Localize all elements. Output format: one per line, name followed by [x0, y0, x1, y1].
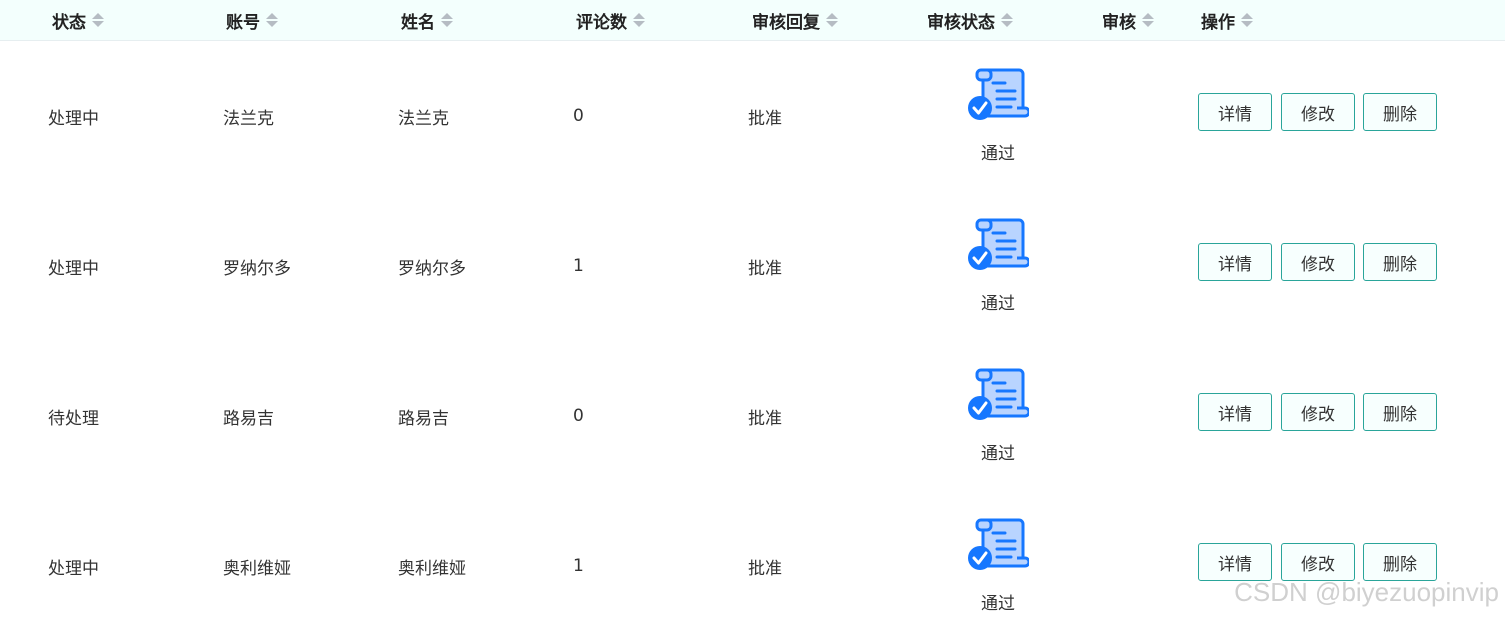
audit-status-cell: 通过 [958, 341, 1038, 491]
column-header-label: 审核 [1102, 12, 1136, 33]
delete-button[interactable]: 删除 [1363, 393, 1437, 431]
edit-button[interactable]: 修改 [1281, 543, 1355, 581]
document-approved-icon [968, 218, 1029, 270]
sort-icon[interactable] [633, 12, 645, 28]
audit-reply-cell: 批准 [748, 258, 782, 279]
audit-status-cell: 通过 [958, 491, 1038, 618]
column-header-label: 评论数 [576, 12, 627, 33]
account-cell: 路易吉 [223, 408, 274, 429]
account-cell: 法兰克 [223, 108, 274, 129]
table-row: 处理中 法兰克 法兰克 0 批准 通过 详情 修改 删除 [0, 41, 1505, 192]
account-cell: 罗纳尔多 [223, 258, 291, 279]
audit-status-cell: 通过 [958, 191, 1038, 341]
audit-status-label: 通过 [981, 594, 1015, 614]
comments-cell: 0 [573, 106, 584, 126]
audit-status-label: 通过 [981, 294, 1015, 314]
sort-icon[interactable] [92, 12, 104, 28]
edit-button[interactable]: 修改 [1281, 393, 1355, 431]
sort-icon[interactable] [826, 12, 838, 28]
sort-icon[interactable] [441, 12, 453, 28]
table-row: 处理中 奥利维娅 奥利维娅 1 批准 通过 详情 修改 删除 [0, 491, 1505, 618]
table-row: 处理中 罗纳尔多 罗纳尔多 1 批准 通过 详情 修改 删除 [0, 191, 1505, 342]
comments-cell: 1 [573, 256, 584, 276]
column-header-audit[interactable]: 审核 [1102, 0, 1154, 40]
delete-button[interactable]: 删除 [1363, 243, 1437, 281]
audit-status-cell: 通过 [958, 41, 1038, 191]
column-header-label: 审核回复 [752, 12, 820, 33]
column-header-label: 审核状态 [927, 12, 995, 33]
details-button[interactable]: 详情 [1198, 93, 1272, 131]
document-approved-icon [968, 518, 1029, 570]
name-cell: 奥利维娅 [398, 558, 466, 579]
details-button[interactable]: 详情 [1198, 243, 1272, 281]
name-cell: 路易吉 [398, 408, 449, 429]
edit-button[interactable]: 修改 [1281, 93, 1355, 131]
column-header-name[interactable]: 姓名 [401, 0, 453, 40]
column-header-label: 账号 [226, 12, 260, 33]
review-table: 状态 账号 姓名 评论数 审核回复 审核状态 审核 操作 处理中 法兰克 法兰克… [0, 0, 1505, 618]
status-cell: 处理中 [48, 558, 99, 579]
sort-icon[interactable] [266, 12, 278, 28]
column-header-audit-reply[interactable]: 审核回复 [752, 0, 838, 40]
details-button[interactable]: 详情 [1198, 393, 1272, 431]
column-header-label: 操作 [1201, 12, 1235, 33]
delete-button[interactable]: 删除 [1363, 543, 1437, 581]
table-header: 状态 账号 姓名 评论数 审核回复 审核状态 审核 操作 [0, 0, 1505, 41]
edit-button[interactable]: 修改 [1281, 243, 1355, 281]
audit-reply-cell: 批准 [748, 558, 782, 579]
column-header-comments[interactable]: 评论数 [576, 0, 645, 40]
status-cell: 处理中 [48, 258, 99, 279]
comments-cell: 1 [573, 556, 584, 576]
status-cell: 待处理 [48, 408, 99, 429]
audit-reply-cell: 批准 [748, 408, 782, 429]
sort-icon[interactable] [1241, 12, 1253, 28]
audit-status-label: 通过 [981, 444, 1015, 464]
document-approved-icon [968, 68, 1029, 120]
column-header-audit-status[interactable]: 审核状态 [927, 0, 1013, 40]
document-approved-icon [968, 368, 1029, 420]
audit-reply-cell: 批准 [748, 108, 782, 129]
column-header-actions[interactable]: 操作 [1201, 0, 1253, 40]
account-cell: 奥利维娅 [223, 558, 291, 579]
comments-cell: 0 [573, 406, 584, 426]
details-button[interactable]: 详情 [1198, 543, 1272, 581]
table-row: 待处理 路易吉 路易吉 0 批准 通过 详情 修改 删除 [0, 341, 1505, 492]
delete-button[interactable]: 删除 [1363, 93, 1437, 131]
status-cell: 处理中 [48, 108, 99, 129]
column-header-account[interactable]: 账号 [226, 0, 278, 40]
sort-icon[interactable] [1142, 12, 1154, 28]
column-header-status[interactable]: 状态 [52, 0, 104, 40]
sort-icon[interactable] [1001, 12, 1013, 28]
column-header-label: 状态 [52, 12, 86, 33]
column-header-label: 姓名 [401, 12, 435, 33]
name-cell: 罗纳尔多 [398, 258, 466, 279]
audit-status-label: 通过 [981, 144, 1015, 164]
name-cell: 法兰克 [398, 108, 449, 129]
